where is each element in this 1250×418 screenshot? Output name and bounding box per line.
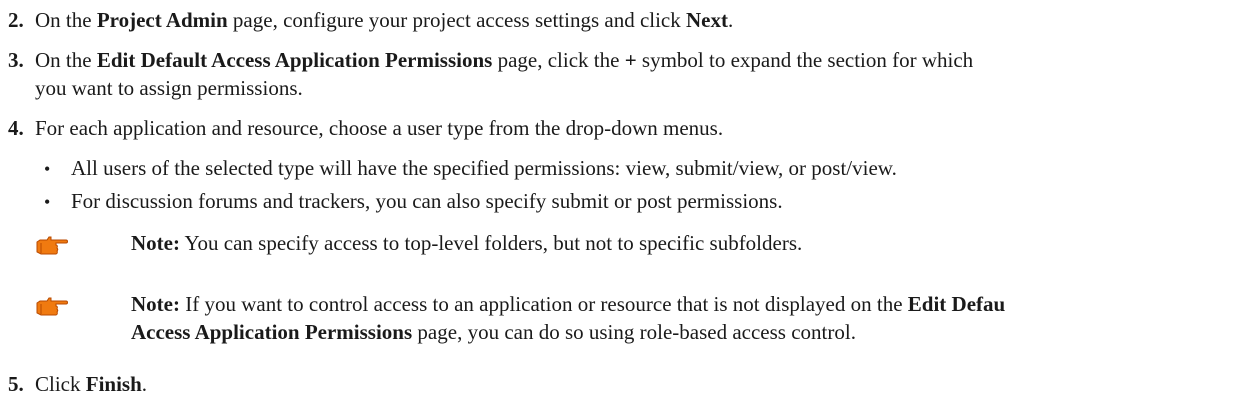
ui-term-next: Next xyxy=(686,8,728,32)
step-text: . xyxy=(141,372,148,396)
pointing-hand-icon xyxy=(36,236,68,255)
bullet-glyph: • xyxy=(44,192,51,212)
step-5: 5. Click Finish. xyxy=(8,370,1250,398)
bullet-glyph: • xyxy=(44,159,51,179)
step-text: . xyxy=(728,8,734,32)
note-callout: Note: If you want to control access to a… xyxy=(35,290,1250,350)
note-label: Note: xyxy=(131,292,180,316)
ui-term-project-admin: Project Admin xyxy=(96,8,228,32)
step-number: 5. xyxy=(8,372,24,396)
note-text: If you want to control access to an appl… xyxy=(179,292,908,316)
note-callout: Note: You can specify access to top-leve… xyxy=(35,229,1250,263)
ui-term-finish: Finish xyxy=(85,372,142,396)
note-label: Note: xyxy=(131,231,180,255)
ui-term-edit-default: Edit Defau xyxy=(907,292,1006,316)
step-number: 2. xyxy=(8,8,24,32)
bullet-text: For discussion forums and trackers, you … xyxy=(71,189,783,213)
document-page: 2. On the Project Admin page, configure y… xyxy=(0,0,1250,418)
step-text: Click xyxy=(35,372,86,396)
step-number: 4. xyxy=(8,116,24,140)
step-number: 3. xyxy=(8,48,24,72)
step-text: page, configure your project access sett… xyxy=(227,8,687,32)
step-text: On the xyxy=(35,48,97,72)
ui-term-access-application-permissions: Access Application Permissions xyxy=(131,320,413,344)
bullet-item: • For discussion forums and trackers, you… xyxy=(44,187,783,216)
ui-term-plus-symbol: + xyxy=(624,48,637,72)
note-text: You can specify access to top-level fold… xyxy=(179,231,803,255)
bullet-item: • All users of the selected type will hav… xyxy=(44,154,897,183)
step-text: page, click the xyxy=(492,48,625,72)
note-text: page, you can do so using role-based acc… xyxy=(412,320,856,344)
step-text: On the xyxy=(35,8,97,32)
step-2: 2. On the Project Admin page, configure y… xyxy=(8,6,1250,34)
step-text: symbol to expand the section for which xyxy=(636,48,974,72)
step-text: For each application and resource, choos… xyxy=(35,116,724,140)
ui-term-edit-default-access: Edit Default Access Application Permissi… xyxy=(96,48,493,72)
step-4: 4. For each application and resource, cho… xyxy=(8,114,1250,142)
step-3: 3. On the Edit Default Access Application… xyxy=(8,46,1250,74)
bullet-text: All users of the selected type will have… xyxy=(71,156,897,180)
step-3-continuation: you want to assign permissions. xyxy=(35,76,303,100)
pointing-hand-icon xyxy=(36,297,68,316)
